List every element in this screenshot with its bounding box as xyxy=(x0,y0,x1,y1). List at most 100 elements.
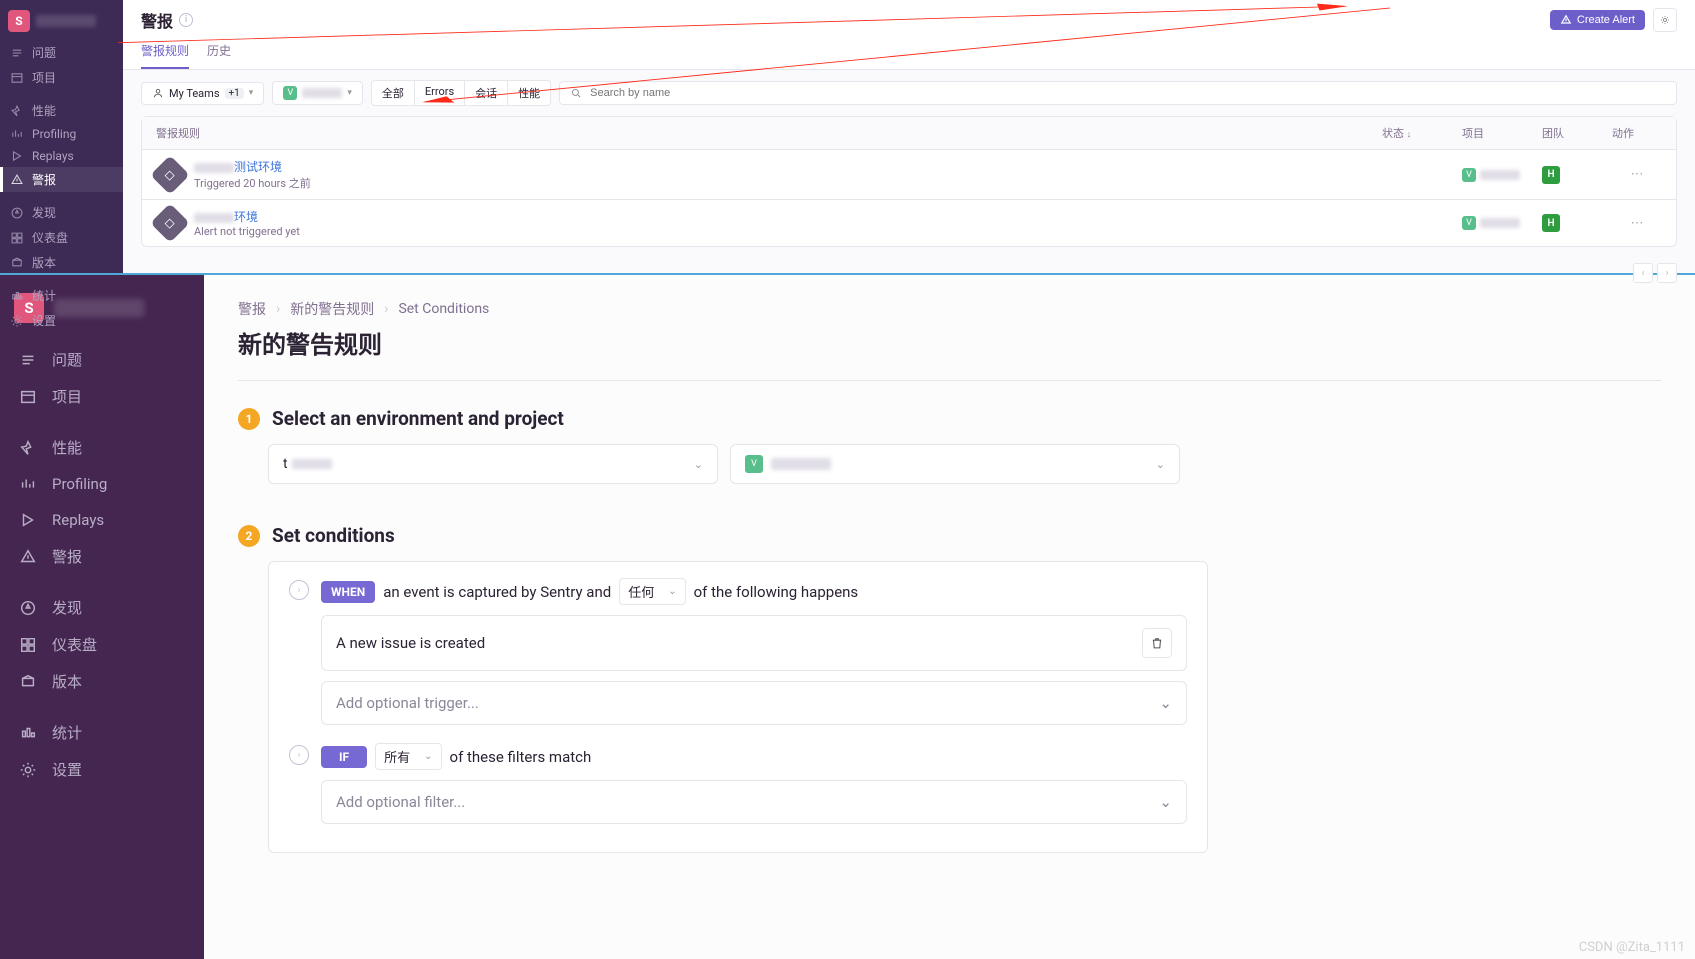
issues-icon xyxy=(10,46,24,60)
team-badge[interactable]: H xyxy=(1542,214,1560,232)
if-match-select[interactable]: 所有⌄ xyxy=(375,743,441,770)
sidebar-item-label: 仪表盘 xyxy=(32,229,68,246)
sidebar-item-settings[interactable]: 设置 xyxy=(0,751,204,788)
alerts-list-view: S 问题 项目 性能 Profiling Replays 警报 发现 仪表盘 版… xyxy=(0,0,1695,275)
sidebar-item-dash[interactable]: 仪表盘 xyxy=(0,626,204,663)
environment-select[interactable]: t ⌄ xyxy=(268,444,718,484)
sidebar-small: S 问题 项目 性能 Profiling Replays 警报 发现 仪表盘 版… xyxy=(0,0,123,273)
my-teams-filter[interactable]: My Teams +1 ▾ xyxy=(141,82,264,105)
row-actions-menu[interactable]: ⋯ xyxy=(1612,167,1662,182)
sidebar-item-discover[interactable]: 发现 xyxy=(0,589,204,626)
step-2-header: 2 Set conditions xyxy=(238,524,1661,547)
seg-sessions[interactable]: 会话 xyxy=(465,81,508,105)
team-badge[interactable]: H xyxy=(1542,166,1560,184)
seg-all[interactable]: 全部 xyxy=(372,81,415,105)
crumb-new-rule[interactable]: 新的警告规则 xyxy=(290,299,374,319)
type-segmented: 全部 Errors 会话 性能 xyxy=(371,80,551,106)
sidebar-item-replays[interactable]: Replays xyxy=(0,145,123,167)
expand-if-icon[interactable]: › xyxy=(289,745,309,765)
conditions-panel: › WHEN an event is captured by Sentry an… xyxy=(268,561,1208,853)
seg-errors[interactable]: Errors xyxy=(415,81,465,105)
rule-name-link[interactable]: 测试环境 xyxy=(194,158,311,175)
sidebar-item-label: Profiling xyxy=(52,475,107,493)
chevron-down-icon: ⌄ xyxy=(1159,793,1172,811)
info-icon[interactable]: i xyxy=(179,13,193,27)
sidebar-item-projects[interactable]: 项目 xyxy=(0,65,123,90)
search-icon xyxy=(570,87,582,99)
sidebar-item-alerts[interactable]: 警报 xyxy=(0,167,123,192)
discover-icon xyxy=(18,598,38,618)
sidebar-item-projects[interactable]: 项目 xyxy=(0,378,204,415)
alerts-icon xyxy=(10,173,24,187)
dash-icon xyxy=(10,231,24,245)
tab-rules[interactable]: 警报规则 xyxy=(141,42,189,69)
search-input[interactable] xyxy=(588,86,1666,100)
project-cell[interactable]: V xyxy=(1462,216,1542,230)
trash-icon xyxy=(1150,636,1164,650)
chevron-down-icon: ⌄ xyxy=(1156,458,1165,471)
project-select[interactable]: V ⌄ xyxy=(730,444,1180,484)
pager-prev[interactable]: ‹ xyxy=(1633,263,1653,283)
delete-condition-button[interactable] xyxy=(1142,628,1172,658)
project-name-redacted xyxy=(302,88,342,98)
chevron-right-icon: › xyxy=(384,301,388,317)
chevron-down-icon: ⌄ xyxy=(1159,694,1172,712)
sidebar-item-label: 统计 xyxy=(52,722,82,743)
pager-next[interactable]: › xyxy=(1657,263,1677,283)
sidebar-item-issues[interactable]: 问题 xyxy=(0,40,123,65)
sidebar-item-label: 设置 xyxy=(52,759,82,780)
when-text-b: of the following happens xyxy=(694,583,859,601)
org-name-redacted xyxy=(36,15,96,27)
page-title: 新的警告规则 xyxy=(238,325,1661,360)
sidebar-item-alerts[interactable]: 警报 xyxy=(0,538,204,575)
sidebar-item-label: 版本 xyxy=(52,671,82,692)
project-filter[interactable]: V ▾ xyxy=(272,81,363,105)
sidebar-item-dash[interactable]: 仪表盘 xyxy=(0,225,123,250)
create-alert-view: S 问题 项目 性能 Profiling Replays 警报 发现 仪表盘 版… xyxy=(0,275,1695,959)
issues-icon xyxy=(18,350,38,370)
stats-icon xyxy=(10,289,24,303)
sidebar-item-discover[interactable]: 发现 xyxy=(0,200,123,225)
sidebar-item-releases[interactable]: 版本 xyxy=(0,663,204,700)
col-status[interactable]: 状态 ↓ xyxy=(1382,125,1462,141)
settings-icon xyxy=(10,314,24,328)
search-input-wrap[interactable] xyxy=(559,81,1677,105)
add-trigger-select[interactable]: Add optional trigger... ⌄ xyxy=(321,681,1187,725)
org-switcher[interactable]: S xyxy=(0,6,123,40)
alert-settings-button[interactable] xyxy=(1653,8,1677,32)
sidebar-item-label: Replays xyxy=(32,149,74,163)
sidebar-item-label: 问题 xyxy=(32,44,56,61)
releases-icon xyxy=(10,256,24,270)
add-filter-select[interactable]: Add optional filter... ⌄ xyxy=(321,780,1187,824)
row-actions-menu[interactable]: ⋯ xyxy=(1612,216,1662,231)
create-alert-button[interactable]: Create Alert xyxy=(1550,10,1645,30)
rule-name-link[interactable]: 环境 xyxy=(194,208,300,225)
when-match-select[interactable]: 任何⌄ xyxy=(619,578,685,605)
sidebar-item-label: 警报 xyxy=(32,171,56,188)
col-rule: 警报规则 xyxy=(156,125,1382,141)
sidebar-item-perf[interactable]: 性能 xyxy=(0,429,204,466)
expand-when-icon[interactable]: › xyxy=(289,580,309,600)
watermark: CSDN @Zita_1111 xyxy=(1579,940,1685,955)
seg-performance[interactable]: 性能 xyxy=(508,81,550,105)
sidebar-item-releases[interactable]: 版本 xyxy=(0,250,123,275)
discover-icon xyxy=(10,206,24,220)
sidebar-item-label: 发现 xyxy=(52,597,82,618)
tab-history[interactable]: 历史 xyxy=(207,42,231,69)
step-number-1: 1 xyxy=(238,408,260,430)
sidebar-item-profiling[interactable]: Profiling xyxy=(0,466,204,502)
project-cell[interactable]: V xyxy=(1462,168,1542,182)
sidebar-item-label: Profiling xyxy=(32,127,76,141)
sidebar-item-label: 统计 xyxy=(32,287,56,304)
sidebar-item-profiling[interactable]: Profiling xyxy=(0,123,123,145)
sidebar-item-perf[interactable]: 性能 xyxy=(0,98,123,123)
sidebar-item-stats[interactable]: 统计 xyxy=(0,714,204,751)
stats-icon xyxy=(18,723,38,743)
project-name-redacted xyxy=(771,458,831,470)
page-title: 警报 i xyxy=(141,8,193,32)
crumb-alerts[interactable]: 警报 xyxy=(238,299,266,319)
profiling-icon xyxy=(18,474,38,494)
sidebar-item-replays[interactable]: Replays xyxy=(0,502,204,538)
sidebar-item-issues[interactable]: 问题 xyxy=(0,341,204,378)
breadcrumb: 警报 › 新的警告规则 › Set Conditions xyxy=(238,299,1661,319)
